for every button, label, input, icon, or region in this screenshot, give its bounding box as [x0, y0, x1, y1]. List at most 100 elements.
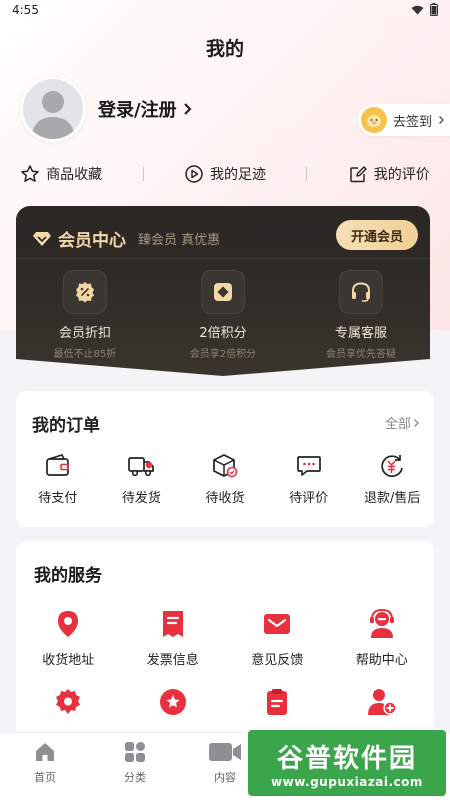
tab-label: 首页 — [34, 771, 56, 784]
status-time: 4:55 — [12, 3, 39, 17]
service-label: 收货地址 — [42, 653, 95, 668]
vip-card[interactable]: 会员中心 臻会员 真优惠 开通会员 会员折扣 最低不止85折 2倍积分 会员享2… — [16, 206, 430, 376]
orders-title: 我的订单 — [32, 416, 100, 436]
signin-label: 去签到 — [393, 114, 433, 130]
truck-icon — [128, 457, 155, 477]
quick-link-label: 商品收藏 — [46, 167, 103, 183]
chevron-right-icon — [439, 116, 445, 124]
default-avatar-icon — [31, 91, 75, 139]
discount-icon — [63, 270, 107, 314]
order-label: 待发货 — [121, 491, 161, 506]
location-icon — [58, 611, 79, 637]
order-pending-shipment[interactable]: 待发货 — [101, 453, 181, 506]
service-help-center[interactable]: 帮助中心 — [334, 609, 430, 668]
services-title: 我的服务 — [34, 566, 102, 586]
quick-link-footprint[interactable]: 我的足迹 — [184, 164, 266, 184]
open-vip-button[interactable]: 开通会员 — [336, 220, 418, 250]
perk-subtitle: 最低不止85折 — [53, 349, 117, 360]
service-feedback[interactable]: 意见反馈 — [229, 609, 325, 668]
perk-subtitle: 会员享2倍积分 — [189, 349, 257, 360]
order-pending-review[interactable]: 待评价 — [269, 453, 349, 506]
login-register-link[interactable]: 登录/注册 — [98, 96, 193, 122]
status-icons — [411, 3, 438, 16]
pig-icon — [361, 107, 387, 133]
order-label: 退款/售后 — [363, 491, 421, 506]
perk-points[interactable]: 2倍积分 会员享2倍积分 — [163, 270, 283, 360]
login-register-label: 登录/注册 — [98, 100, 177, 121]
service-clipboard[interactable] — [229, 687, 325, 717]
badge-icon — [159, 689, 186, 715]
wallet-icon — [45, 454, 69, 476]
service-address[interactable]: 收货地址 — [20, 609, 116, 668]
mail-icon — [264, 614, 291, 634]
chevron-right-icon — [183, 103, 191, 115]
footprint-icon — [185, 165, 203, 183]
home-icon — [36, 743, 54, 761]
service-badge[interactable] — [125, 687, 221, 717]
service-label: 帮助中心 — [355, 653, 408, 668]
invoice-icon — [162, 611, 183, 637]
tab-label: 内容 — [214, 771, 236, 784]
tab-category[interactable]: 分类 — [100, 741, 170, 800]
page-title: 我的 — [205, 38, 244, 60]
perk-subtitle: 会员享优先答疑 — [326, 349, 396, 360]
order-pending-receipt[interactable]: 待收货 — [185, 453, 265, 506]
support-icon — [369, 609, 394, 638]
watermark-name: 谷普软件园 — [276, 743, 417, 774]
perk-title: 专属客服 — [334, 326, 387, 341]
status-bar: 4:55 — [0, 0, 450, 22]
order-pending-payment[interactable]: 待支付 — [18, 453, 98, 506]
divider — [16, 258, 430, 259]
vip-slogan: 臻会员 真优惠 — [138, 233, 221, 248]
quick-link-favorites[interactable]: 商品收藏 — [20, 164, 102, 184]
signin-button[interactable]: 去签到 — [358, 104, 450, 136]
review-icon — [350, 166, 367, 183]
video-icon — [209, 743, 241, 761]
services-row-2 — [16, 687, 434, 717]
diamond-icon — [33, 231, 51, 246]
service-invoice[interactable]: 发票信息 — [125, 609, 221, 668]
perk-title: 2倍积分 — [199, 326, 247, 341]
quick-links: 商品收藏 我的足迹 我的评价 — [0, 160, 450, 188]
watermark-url: www.gupuxiazai.com — [271, 774, 423, 789]
battery-icon — [430, 3, 438, 16]
service-users[interactable] — [334, 687, 430, 717]
refund-icon — [381, 455, 404, 478]
watermark-logo: 谷普软件园 www.gupuxiazai.com — [248, 730, 446, 796]
tab-label: 分类 — [124, 771, 146, 784]
headset-icon — [339, 270, 383, 314]
points-icon — [201, 270, 245, 314]
star-icon — [21, 165, 39, 182]
divider — [306, 167, 308, 181]
category-icon — [125, 742, 145, 762]
orders-card: 我的订单 全部 待支付 待发货 待收货 待评价 退款/售后 — [16, 391, 434, 527]
order-refund-aftersale[interactable]: 退款/售后 — [352, 453, 432, 506]
services-row: 收货地址 发票信息 意见反馈 帮助中心 — [16, 609, 434, 668]
order-label: 待支付 — [38, 491, 78, 506]
order-label: 待收货 — [205, 491, 245, 506]
quick-link-reviews[interactable]: 我的评价 — [348, 164, 430, 184]
quick-link-label: 我的足迹 — [209, 167, 266, 183]
package-icon — [213, 454, 238, 478]
perk-title: 会员折扣 — [58, 326, 111, 341]
orders-all-link[interactable]: 全部 — [385, 413, 420, 432]
vip-title: 会员中心 — [58, 231, 126, 251]
service-label: 意见反馈 — [251, 653, 304, 668]
avatar[interactable] — [20, 76, 86, 142]
wifi-icon — [411, 5, 424, 14]
orders-all-label: 全部 — [384, 417, 411, 432]
perk-service[interactable]: 专属客服 会员享优先答疑 — [301, 270, 421, 360]
vip-header: 会员中心 臻会员 真优惠 — [32, 226, 220, 251]
order-status-row: 待支付 待发货 待收货 待评价 退款/售后 — [16, 453, 434, 506]
tab-home[interactable]: 首页 — [10, 741, 80, 800]
chevron-right-icon — [414, 418, 419, 427]
settings-icon — [56, 689, 81, 714]
quick-link-label: 我的评价 — [373, 167, 430, 183]
perk-discount[interactable]: 会员折扣 最低不止85折 — [25, 270, 145, 360]
service-label: 发票信息 — [146, 653, 199, 668]
service-settings[interactable] — [20, 687, 116, 717]
clipboard-icon — [267, 689, 288, 715]
order-label: 待评价 — [289, 491, 329, 506]
divider — [142, 167, 144, 181]
users-icon — [367, 689, 397, 715]
